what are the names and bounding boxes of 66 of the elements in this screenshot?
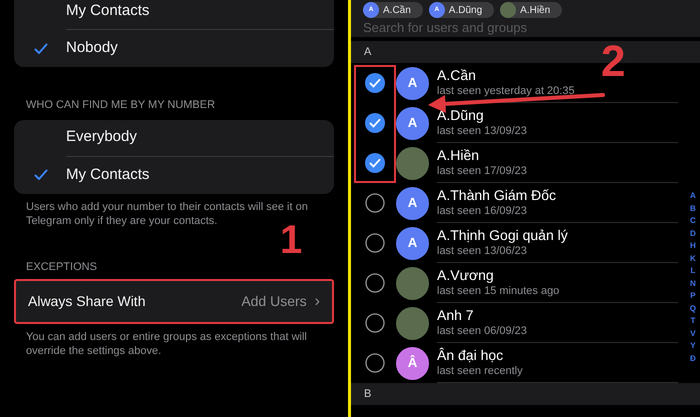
option-label: Everybody: [66, 127, 137, 148]
annotation-number: 2: [601, 40, 626, 84]
section-letter: B: [364, 386, 372, 402]
last-seen-text: last seen 06/09/23: [437, 324, 528, 338]
index-letter[interactable]: K: [690, 252, 696, 265]
contact-row[interactable]: Anh 7 last seen 06/09/23: [351, 303, 680, 343]
index-letter[interactable]: H: [690, 240, 696, 252]
empty-circle-icon[interactable]: [365, 273, 385, 293]
index-letter[interactable]: L: [690, 265, 696, 278]
contact-name: A.Dũng: [437, 107, 485, 124]
index-letter[interactable]: T: [690, 315, 696, 328]
section-header: WHO CAN FIND ME BY MY NUMBER: [26, 98, 216, 113]
last-seen-text: last seen 16/09/23: [437, 204, 528, 218]
index-letter[interactable]: V: [690, 328, 696, 340]
option-row[interactable]: Nobody: [14, 30, 334, 67]
option-row[interactable]: My Contacts: [14, 0, 334, 30]
empty-circle-icon[interactable]: [365, 313, 385, 333]
search-field[interactable]: Search for users and groups: [351, 18, 700, 37]
last-seen-text: last seen recently: [437, 364, 524, 378]
index-letter[interactable]: B: [690, 202, 696, 215]
index-letter[interactable]: Đ: [690, 352, 696, 365]
contact-name: A.Cần: [437, 67, 477, 84]
checked-circle-icon[interactable]: [365, 153, 385, 173]
last-seen-text: last seen 13/06/23: [437, 244, 528, 258]
photo-placeholder: [396, 306, 429, 340]
contact-row[interactable]: A A.Thành Giám Đốc last seen 16/09/23: [351, 183, 680, 223]
always-share-with-row[interactable]: Always Share With Add Users ›: [14, 279, 334, 324]
contact-name: A.Vương: [437, 267, 495, 284]
empty-circle-icon[interactable]: [365, 193, 385, 213]
checked-circle-icon[interactable]: [365, 73, 385, 93]
contact-name: Ân đại học: [437, 347, 504, 364]
index-letter[interactable]: D: [690, 228, 696, 240]
annotation-number: 1: [280, 220, 302, 260]
contact-row[interactable]: A.Vương last seen 15 minutes ago: [351, 263, 680, 303]
contact-name: A.Thành Giám Đốc: [437, 187, 558, 204]
last-seen-text: last seen 17/09/23: [437, 164, 528, 178]
index-letter[interactable]: A: [690, 190, 696, 202]
section-letter: A: [364, 44, 372, 60]
contact-row[interactable]: A.Hiền last seen 17/09/23: [351, 143, 680, 183]
contact-row[interactable]: A A.Dũng last seen 13/09/23: [351, 103, 680, 143]
section-header: EXCEPTIONS: [26, 260, 98, 274]
empty-circle-icon[interactable]: [365, 353, 385, 373]
selected-user-chip[interactable]: A.Hiền: [500, 2, 562, 18]
option-label: Nobody: [66, 38, 118, 58]
last-seen-text: last seen yesterday at 20:35: [437, 84, 576, 98]
contact-name: A.Hiền: [437, 147, 480, 164]
option-label: My Contacts: [66, 0, 150, 21]
photo-placeholder: [396, 266, 429, 300]
index-letter[interactable]: C: [690, 215, 696, 228]
index-letter[interactable]: P: [690, 290, 696, 302]
last-seen-text: last seen 13/09/23: [437, 124, 528, 138]
index-letter[interactable]: Q: [690, 302, 696, 315]
photo-placeholder: [396, 146, 429, 180]
option-label: My Contacts: [66, 164, 150, 185]
contact-name: A.Thịnh Gogi quản lý: [437, 227, 569, 244]
section-footer: You can add users or entire groups as exceptions that will override the settings above.: [26, 330, 322, 358]
contact-row[interactable]: A A.Thịnh Gogi quản lý last seen 13/06/23: [351, 223, 680, 263]
empty-circle-icon[interactable]: [365, 233, 385, 253]
option-row[interactable]: Everybody: [14, 120, 334, 156]
index-letter[interactable]: N: [690, 278, 696, 290]
photo-placeholder: [500, 2, 516, 18]
contact-name: Anh 7: [437, 307, 475, 324]
index-letter[interactable]: Y: [690, 340, 696, 352]
checked-circle-icon[interactable]: [365, 113, 385, 133]
option-row[interactable]: My Contacts: [14, 156, 334, 194]
last-seen-text: last seen 15 minutes ago: [437, 284, 560, 298]
